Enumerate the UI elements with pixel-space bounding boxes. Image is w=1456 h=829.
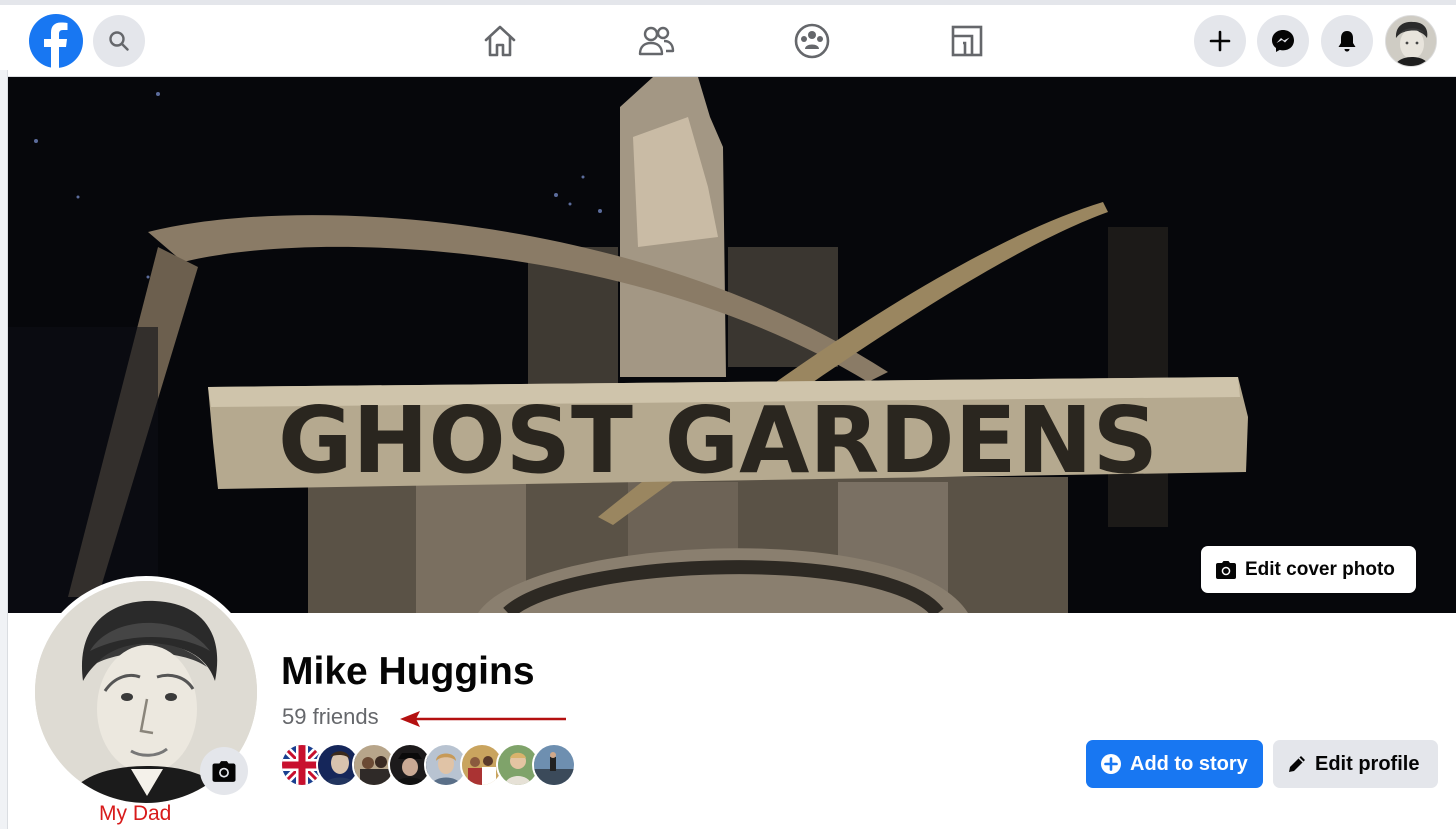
search-button[interactable] — [93, 15, 145, 67]
profile-name: Mike Huggins — [281, 650, 535, 693]
nav-home[interactable] — [478, 19, 522, 63]
friend-avatar[interactable] — [532, 743, 576, 787]
cover-photo-image: GHOST GARDENS — [8, 77, 1456, 613]
nav-groups[interactable] — [790, 19, 834, 63]
user-portrait-image — [1386, 16, 1436, 66]
pencil-icon — [1289, 756, 1305, 772]
cover-photo[interactable]: GHOST GARDENS — [8, 77, 1456, 613]
add-to-story-button[interactable]: Add to story — [1086, 740, 1263, 788]
edit-cover-photo-label: Edit cover photo — [1245, 558, 1395, 580]
friend-avatars-row — [280, 743, 576, 787]
friends-icon — [638, 26, 675, 56]
camera-icon — [212, 760, 236, 782]
edit-profile-button[interactable]: Edit profile — [1273, 740, 1438, 788]
bell-icon — [1338, 31, 1356, 52]
update-profile-picture-button[interactable] — [200, 747, 248, 795]
notifications-button[interactable] — [1321, 15, 1373, 67]
messenger-button[interactable] — [1257, 15, 1309, 67]
add-to-story-label: Add to story — [1130, 752, 1248, 775]
gaming-icon — [951, 25, 983, 57]
window-left-border — [0, 70, 8, 829]
messenger-icon — [1272, 30, 1294, 52]
top-nav-bar — [8, 5, 1456, 77]
account-avatar[interactable] — [1385, 15, 1437, 67]
nav-gaming[interactable] — [945, 19, 989, 63]
edit-cover-photo-button[interactable]: Edit cover photo — [1201, 546, 1416, 593]
friend-photo-image — [534, 745, 574, 785]
nav-friends[interactable] — [634, 19, 678, 63]
edit-profile-label: Edit profile — [1315, 752, 1420, 775]
search-icon — [109, 31, 129, 51]
plus-circle-icon — [1101, 754, 1121, 774]
photo-caption-annotation: My Dad — [99, 802, 172, 825]
camera-icon — [1216, 560, 1236, 579]
groups-icon — [794, 23, 830, 59]
plus-icon — [1209, 30, 1231, 52]
sign-text: GHOST GARDENS — [278, 387, 1158, 494]
create-button[interactable] — [1194, 15, 1246, 67]
friends-count-link[interactable]: 59 friends — [282, 704, 379, 730]
facebook-logo-icon[interactable] — [29, 14, 83, 68]
annotation-arrow-icon — [400, 711, 566, 727]
home-icon — [484, 25, 516, 57]
